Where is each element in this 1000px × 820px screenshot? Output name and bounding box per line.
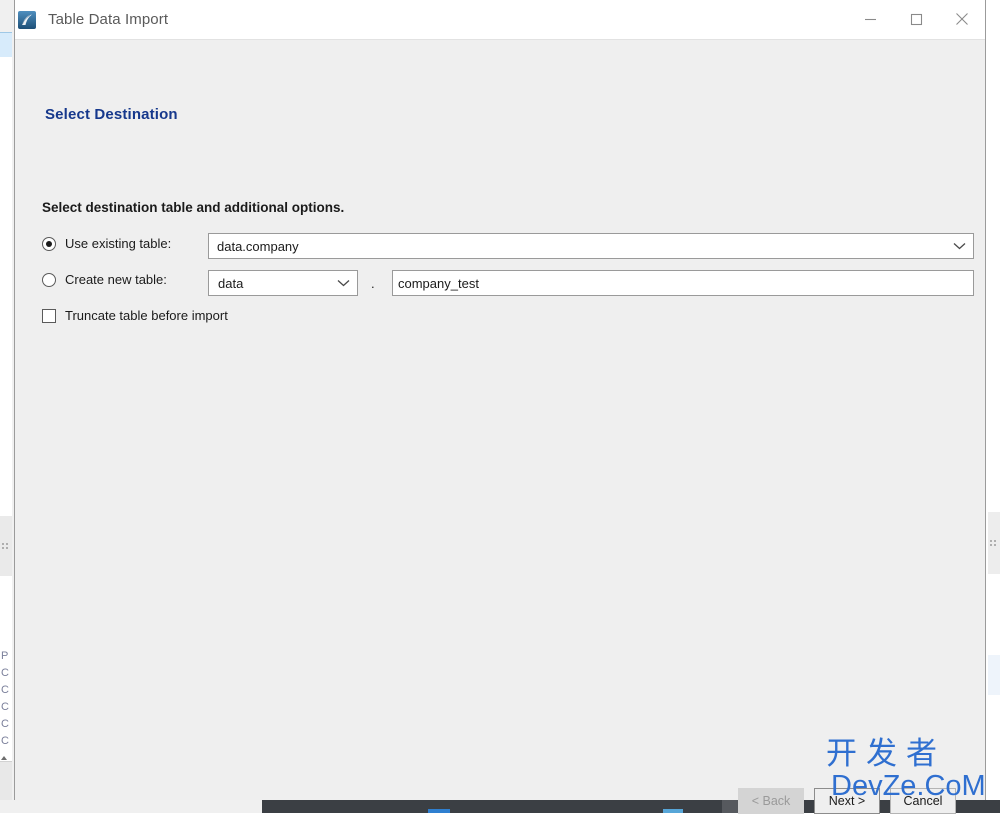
maximize-button[interactable] (893, 0, 939, 38)
section-label: Select destination table and additional … (42, 200, 345, 215)
truncate-table-option[interactable]: Truncate table before import (42, 308, 228, 323)
background-row-cell: C (1, 667, 9, 679)
window-controls (847, 0, 985, 38)
chevron-down-icon[interactable] (945, 242, 973, 250)
background-left-canvas (0, 57, 12, 516)
close-icon (956, 13, 968, 25)
chevron-down-glyph (337, 280, 349, 287)
background-row-cell: C (1, 718, 9, 730)
truncate-table-label: Truncate table before import (65, 308, 228, 323)
minimize-button[interactable] (847, 0, 893, 38)
create-new-table-option[interactable]: Create new table: (42, 272, 167, 287)
background-row-cell: P (1, 650, 9, 662)
new-table-schema-value: data (218, 275, 244, 291)
chevron-down-glyph (953, 243, 965, 250)
schema-table-separator: . (371, 276, 375, 291)
existing-table-value: data.company (217, 238, 299, 254)
next-button[interactable]: Next > (814, 788, 880, 814)
table-data-import-dialog: Table Data Import Select Destination Sel… (14, 0, 986, 814)
background-row-cell: C (1, 701, 9, 713)
cancel-button[interactable]: Cancel (890, 788, 956, 814)
use-existing-table-option[interactable]: Use existing table: (42, 236, 171, 251)
dialog-titlebar[interactable]: Table Data Import (15, 0, 985, 40)
background-right-splitter[interactable] (988, 512, 1000, 574)
background-editor-tab[interactable] (0, 32, 12, 58)
back-button[interactable]: < Back (738, 788, 804, 814)
workbench-icon (18, 10, 36, 29)
page-title: Select Destination (45, 106, 178, 123)
radio-create-new-table[interactable] (42, 272, 56, 287)
screen: P C C C C C Table Data Import Select Des… (0, 0, 1000, 814)
minimize-icon (864, 18, 876, 20)
background-row-cell: C (1, 684, 9, 696)
background-row-cell: C (1, 735, 9, 747)
dialog-body: Select Destination Select destination ta… (15, 40, 985, 814)
radio-use-existing-table[interactable] (42, 236, 56, 251)
background-left-statusbar (0, 756, 12, 801)
new-table-schema-combobox[interactable]: data (208, 270, 358, 296)
checkbox-truncate-table[interactable] (42, 308, 56, 323)
close-button[interactable] (939, 0, 985, 38)
existing-table-combobox[interactable]: data.company (208, 233, 974, 259)
background-right-highlight (988, 655, 1000, 695)
chevron-down-icon[interactable] (329, 279, 357, 287)
maximize-icon (910, 13, 922, 25)
dialog-title: Table Data Import (48, 11, 169, 28)
background-left-splitter[interactable] (0, 516, 12, 576)
new-table-name-input[interactable]: company_test (392, 270, 974, 296)
background-left-result-rows: P C C C C C (0, 648, 12, 758)
dialog-button-bar: < Back Next > Cancel (15, 780, 985, 820)
use-existing-table-label: Use existing table: (65, 236, 172, 251)
new-table-name-value: company_test (398, 275, 479, 291)
create-new-table-label: Create new table: (65, 272, 167, 287)
